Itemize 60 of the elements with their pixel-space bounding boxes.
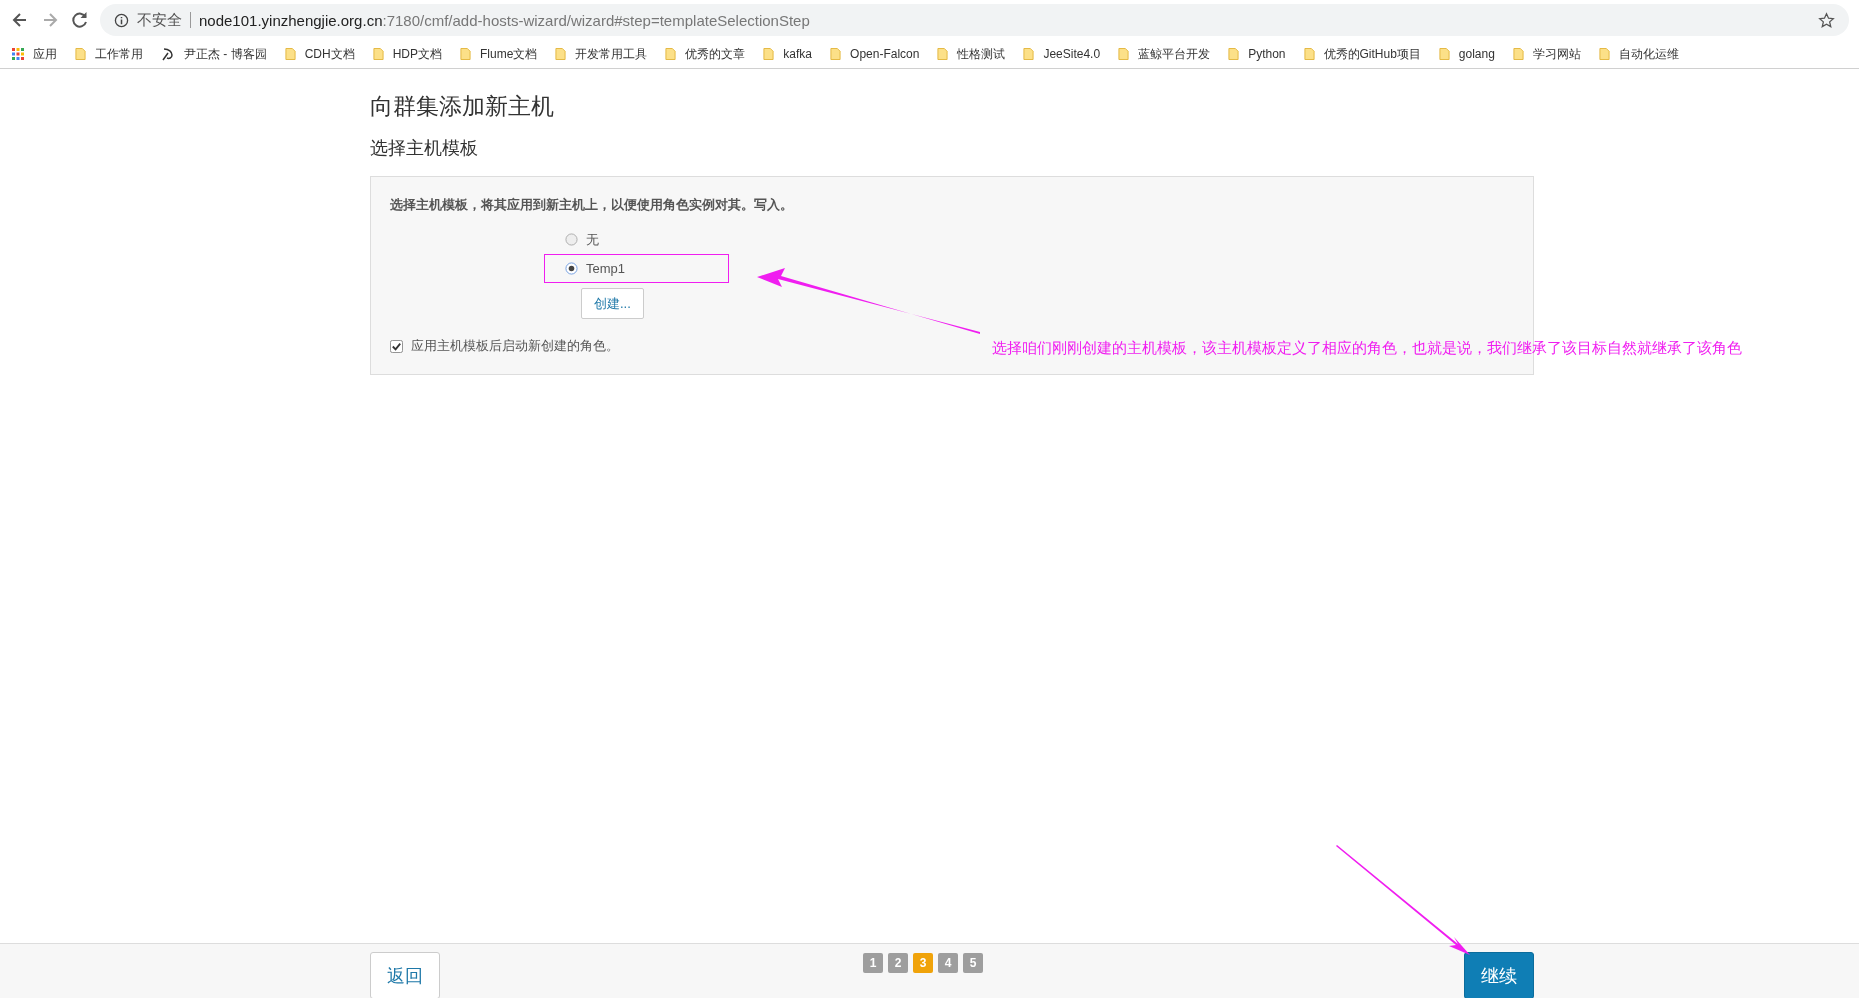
folder-icon [1598,47,1610,61]
template-option[interactable]: Temp1 [555,257,1514,280]
page-title: 向群集添加新主机 [370,92,555,121]
bookmark-item[interactable]: 应用 [12,45,57,63]
description-text: 选择主机模板，将其应用到新主机上，以便使用角色实例对其。写入。 [390,196,794,214]
bookmark-item[interactable]: HDP文档 [372,45,442,63]
radio-selected-icon[interactable] [565,262,578,275]
step-indicator: 3 [913,953,933,973]
apps-grid-icon [12,48,24,60]
folder-icon [555,47,567,61]
url-text: node101.yinzhengjie.org.cn:7180/cmf/add-hosts-wizard/wizard#step=templateSelectionStep [199,11,810,29]
bookmark-item[interactable]: Python [1228,47,1286,61]
bookmark-item[interactable]: 优秀的GitHub项目 [1303,45,1421,63]
bookmark-item[interactable]: 性格测试 [937,45,1006,63]
security-label: 不安全 [137,12,191,28]
bookmark-star-icon[interactable] [1818,11,1835,29]
folder-icon [372,47,384,61]
step-indicator: 4 [938,953,958,973]
bookmark-item[interactable]: JeeSite4.0 [1023,47,1101,61]
reload-icon[interactable] [70,10,90,30]
folder-icon [1438,47,1450,61]
bookmark-item[interactable]: 自动化运维 [1598,45,1679,63]
folder-icon [284,47,296,61]
folder-icon [1023,47,1035,61]
radio-icon[interactable] [565,233,578,246]
bookmark-item[interactable]: Open-Falcon [830,47,920,61]
bookmark-item[interactable]: golang [1438,47,1495,61]
bookmark-item[interactable]: 开发常用工具 [555,45,648,63]
create-button[interactable]: 创建... [581,288,644,319]
bookmark-item[interactable]: 蓝鲸平台开发 [1118,45,1211,63]
folder-icon [1228,47,1240,61]
address-bar[interactable]: 不安全 node101.yinzhengjie.org.cn:7180/cmf/add-hosts-wizard/wizard#step=templateSelectionStep [100,4,1849,36]
bookmark-item[interactable]: Flume文档 [460,45,538,63]
site-icon [161,47,175,61]
bookmark-item[interactable]: CDH文档 [284,45,355,63]
bookmark-item[interactable]: 学习网站 [1512,45,1581,63]
folder-icon [937,47,949,61]
folder-icon [75,47,86,61]
section-title: 选择主机模板 [370,137,479,160]
bookmark-item[interactable]: kafka [763,47,813,61]
step-indicator: 1 [863,953,883,973]
info-icon[interactable] [114,12,129,28]
bookmark-item[interactable]: 优秀的文章 [665,45,746,63]
folder-icon [830,47,842,61]
template-option[interactable]: 无 [555,228,1514,251]
step-indicator: 5 [963,953,983,973]
back-button[interactable]: 返回 [370,952,440,998]
checkbox-checked[interactable] [390,339,403,353]
bookmark-item[interactable]: 工作常用 [75,45,143,63]
bookmark-item[interactable]: 尹正杰 - 博客园 [161,45,267,63]
step-indicator: 2 [888,953,908,973]
folder-icon [665,47,677,61]
folder-icon [1512,47,1524,61]
folder-icon [763,47,775,61]
annotation-text: 选择咱们刚刚创建的主机模板，该主机模板定义了相应的角色，也就是说，我们继承了该目标自然就继承了该角色 [992,339,1742,358]
folder-icon [460,47,471,61]
checkbox-label: 应用主机模板后启动新创建的角色。 [411,337,619,355]
folder-icon [1118,47,1130,61]
folder-icon [1303,47,1315,61]
continue-button[interactable]: 继续 [1464,952,1534,998]
